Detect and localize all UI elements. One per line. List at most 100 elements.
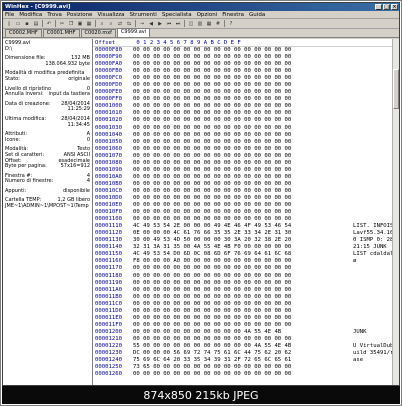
menu-guida[interactable]: Guida (249, 12, 265, 18)
row-bytes[interactable]: 00 00 00 00 00 00 00 00 00 00 00 00 00 0… (133, 117, 353, 124)
find-hex-icon[interactable]: ⌕ (107, 20, 115, 28)
row-bytes[interactable]: 00 00 00 00 00 00 00 00 00 00 00 4A 55 4… (133, 329, 353, 336)
row-bytes[interactable]: 00 00 00 00 00 00 00 00 00 00 00 00 00 0… (133, 75, 353, 82)
new-file-icon[interactable]: ▯ (5, 20, 13, 28)
calculator-icon[interactable]: ▦ (205, 20, 213, 28)
paste-special-icon[interactable]: ▦ (85, 20, 93, 28)
modified-label: Ultima modifica: (5, 115, 47, 122)
row-bytes[interactable]: 75 69 6C 64 20 33 35 34 39 31 2F 72 65 6… (133, 357, 353, 364)
row-bytes[interactable]: 00 00 00 00 00 00 00 00 00 00 00 00 00 0… (133, 181, 353, 188)
cut-icon[interactable]: ✂ (58, 20, 66, 28)
row-bytes[interactable]: 00 00 00 00 00 00 00 00 00 00 00 00 00 0… (133, 153, 353, 160)
row-bytes[interactable]: 00 00 00 00 00 00 00 00 00 00 00 00 00 0… (133, 195, 353, 202)
hash-icon[interactable]: # (214, 20, 222, 28)
row-bytes[interactable]: 00 00 00 00 00 00 00 00 00 00 00 00 00 0… (133, 188, 353, 195)
ram-icon[interactable]: ▥ (196, 20, 204, 28)
copy-icon[interactable]: ❐ (67, 20, 75, 28)
row-bytes[interactable]: 00 00 00 00 00 00 00 00 00 00 00 00 00 0… (133, 82, 353, 89)
row-bytes[interactable]: 00 00 00 00 00 00 00 00 00 00 00 00 00 0… (133, 125, 353, 132)
row-bytes[interactable]: 00 00 00 00 00 00 00 00 00 00 00 00 00 0… (133, 294, 353, 301)
row-bytes[interactable]: 00 00 00 00 00 00 00 00 00 00 00 00 00 0… (133, 371, 353, 378)
menu-modifica[interactable]: Modifica (19, 12, 42, 18)
row-bytes[interactable]: DC 00 00 00 56 69 72 74 75 61 6C 44 75 6… (133, 350, 353, 357)
row-bytes[interactable]: 00 00 00 00 00 00 00 00 00 00 00 00 00 0… (133, 308, 353, 315)
row-offset: 00001140 (95, 244, 122, 251)
first-sector-icon[interactable]: ⏮ (165, 20, 173, 28)
row-bytes[interactable]: 00 00 00 00 00 00 00 00 00 00 00 00 00 0… (133, 54, 353, 61)
hex-editor[interactable]: Offset 0 1 2 3 4 5 6 7 8 9 A B C D E F 0… (93, 39, 399, 385)
row-bytes[interactable]: 00 00 00 00 00 00 00 00 00 00 00 00 00 0… (133, 315, 353, 322)
disk-icon[interactable]: ◫ (187, 20, 195, 28)
open-folder-icon[interactable]: ▭ (14, 20, 22, 28)
goto-offset-icon[interactable]: → (138, 20, 146, 28)
print-icon[interactable]: ▤ (32, 20, 40, 28)
row-bytes[interactable]: 00 00 00 00 00 00 00 00 00 00 00 00 00 0… (133, 287, 353, 294)
row-bytes[interactable]: 00 00 00 00 00 00 00 00 00 00 00 00 00 0… (133, 160, 353, 167)
hex-row: 00001150 4C 49 53 54 D0 6D 0C 08 6D 6F 76… (93, 251, 399, 258)
row-bytes[interactable]: 30 00 49 53 4D 50 00 00 00 30 3A 20 32 3… (133, 237, 353, 244)
row-bytes[interactable]: 0E 00 00 00 4C 61 76 66 35 35 2E 33 34 2… (133, 230, 353, 237)
menu-specialista[interactable]: Specialista (162, 12, 192, 18)
row-bytes[interactable]: 00 00 00 00 00 00 00 00 00 00 00 00 00 0… (133, 280, 353, 287)
minimize-icon[interactable]: _ (375, 4, 382, 10)
row-bytes[interactable]: 00 00 00 00 00 00 00 00 00 00 00 00 00 0… (133, 47, 353, 54)
hex-row: 00001010 00 00 00 00 00 00 00 00 00 00 00… (93, 110, 399, 117)
tab-c0002-mhf[interactable]: C0002.MHF (5, 29, 42, 37)
undo-icon[interactable]: ↶ (45, 20, 53, 28)
row-bytes[interactable]: 00 00 00 00 00 00 00 00 00 00 00 00 00 0… (133, 265, 353, 272)
help-icon[interactable]: ? (227, 20, 235, 28)
row-bytes[interactable]: F8 00 00 00 A0 00 00 00 00 00 00 00 00 0… (133, 258, 353, 265)
menu-opzioni[interactable]: Opzioni (197, 12, 218, 18)
maximize-icon[interactable]: □ (383, 4, 390, 10)
row-bytes[interactable]: 55 00 00 00 00 00 00 00 00 00 00 00 4A 5… (133, 343, 353, 350)
tab-c0020-mxf[interactable]: C0020.mxf (80, 29, 116, 37)
row-bytes[interactable]: 00 00 00 00 00 00 00 00 00 00 00 00 00 0… (133, 174, 353, 181)
back-icon[interactable]: ◀ (147, 20, 155, 28)
replace-icon[interactable]: ⇄ (116, 20, 124, 28)
forward-icon[interactable]: ▶ (156, 20, 164, 28)
row-bytes[interactable]: 00 00 00 00 00 00 00 00 00 00 00 00 00 0… (133, 61, 353, 68)
row-bytes[interactable]: 00 00 00 00 00 00 00 00 00 00 00 00 00 0… (133, 89, 353, 96)
row-bytes[interactable]: 00 00 00 00 00 00 00 00 00 00 00 00 00 0… (133, 336, 353, 343)
row-bytes[interactable]: 00 00 00 00 00 00 00 00 00 00 00 00 00 0… (133, 103, 353, 110)
tab-c9999-avi[interactable]: C9999.avi (116, 28, 151, 37)
hex-row: 000010B0 00 00 00 00 00 00 00 00 00 00 00… (93, 181, 399, 188)
row-bytes[interactable]: 00 00 00 00 00 00 00 00 00 00 00 00 00 0… (133, 110, 353, 117)
row-bytes[interactable]: 4C 49 53 54 D0 6D 0C 08 6D 6F 76 69 64 6… (133, 251, 353, 258)
row-offset: 00001060 (95, 145, 122, 152)
row-bytes[interactable]: 00 00 00 00 00 00 00 00 00 00 00 00 00 0… (133, 273, 353, 280)
menu-file[interactable]: File (5, 12, 14, 18)
toolbar-separator (95, 20, 96, 27)
row-bytes[interactable]: 00 00 00 00 00 00 00 00 00 00 00 00 00 0… (133, 96, 353, 103)
row-offset: 00001020 (95, 117, 122, 124)
menu-trova[interactable]: Trova (47, 12, 62, 18)
tab-c0001-mhf[interactable]: C0001.MHF (42, 29, 80, 37)
save-icon[interactable]: ▪ (23, 20, 31, 28)
close-icon[interactable]: × (391, 4, 398, 10)
row-bytes[interactable]: 00 00 00 00 00 00 00 00 00 00 00 00 00 0… (133, 139, 353, 146)
row-bytes[interactable]: 00 00 00 00 00 00 00 00 00 00 00 00 00 0… (133, 167, 353, 174)
row-bytes[interactable]: 00 00 00 00 00 00 00 00 00 00 00 00 00 0… (133, 322, 353, 329)
row-bytes[interactable]: 00 00 00 00 00 00 00 00 00 00 00 00 00 0… (133, 132, 353, 139)
menu-posizione[interactable]: Posizione (67, 12, 93, 18)
row-bytes[interactable]: 00 00 00 00 00 00 00 00 00 00 00 00 00 0… (133, 209, 353, 216)
paste-icon[interactable]: ▣ (76, 20, 84, 28)
row-bytes[interactable]: 00 00 00 00 00 00 00 00 00 00 00 00 00 0… (133, 301, 353, 308)
vertical-scrollbar[interactable] (392, 39, 399, 385)
find-icon[interactable]: ⌕ (98, 20, 106, 28)
image-caption-bar: 874x850 215kb JPEG (2, 386, 400, 404)
menu-finestra[interactable]: Finestra (222, 12, 244, 18)
row-bytes[interactable]: 00 00 00 00 00 00 00 00 00 00 00 00 00 0… (133, 202, 353, 209)
row-bytes[interactable]: 73 65 00 00 00 00 00 00 00 00 00 00 00 0… (133, 364, 353, 371)
menu-visualizza[interactable]: Visualizza (97, 12, 124, 18)
row-bytes[interactable]: 32 31 3A 31 35 00 4A 55 4E 4B F0 00 00 0… (133, 244, 353, 251)
replace-hex-icon[interactable]: ⇆ (125, 20, 133, 28)
scrollbar-thumb[interactable] (393, 69, 399, 109)
row-bytes[interactable]: 00 00 00 00 00 00 00 00 00 00 00 00 00 0… (133, 216, 353, 223)
row-bytes[interactable]: 00 00 00 00 00 00 00 00 00 00 00 00 00 0… (133, 68, 353, 75)
row-offset: 00000F90 (95, 54, 122, 61)
row-bytes[interactable]: 00 00 00 00 00 00 00 00 00 00 00 00 00 0… (133, 146, 353, 153)
menu-strumenti[interactable]: Strumenti (130, 12, 157, 18)
last-sector-icon[interactable]: ⏭ (174, 20, 182, 28)
row-bytes[interactable]: 4C 49 53 54 2E 00 00 00 49 4E 46 4F 49 5… (133, 223, 353, 230)
